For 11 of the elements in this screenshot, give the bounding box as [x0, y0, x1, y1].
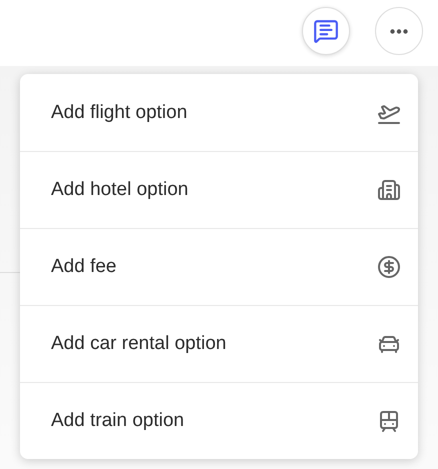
- message-icon: [313, 18, 339, 44]
- menu-item[interactable]: Add train option: [20, 382, 418, 459]
- train-icon: [377, 409, 401, 433]
- menu-item[interactable]: Add flight option: [20, 74, 418, 151]
- menu-item[interactable]: Add hotel option: [20, 151, 418, 228]
- dollar-coin-icon: [377, 255, 401, 279]
- more-icon: [390, 28, 408, 34]
- menu-item[interactable]: Add fee: [20, 228, 418, 305]
- building-icon: [377, 178, 401, 202]
- comment-button[interactable]: [302, 7, 350, 55]
- menu-item[interactable]: Add car rental option: [20, 305, 418, 382]
